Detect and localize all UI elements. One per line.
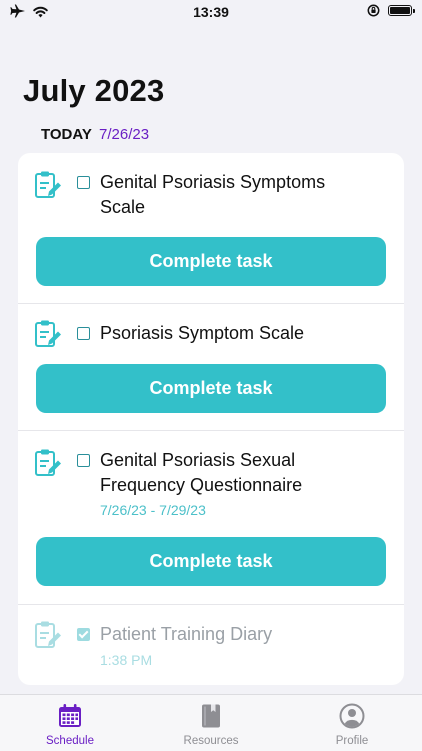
task-title[interactable]: Psoriasis Symptom Scale	[100, 321, 370, 346]
complete-task-button[interactable]: Complete task	[36, 237, 386, 286]
task-item-1: Genital Psoriasis Symptoms Scale Complet…	[18, 153, 404, 303]
clipboard-edit-icon	[35, 320, 61, 347]
tab-label-profile: Profile	[335, 735, 369, 747]
clipboard-edit-icon	[35, 621, 61, 648]
task-checkbox[interactable]	[77, 327, 90, 340]
task-checkbox[interactable]	[77, 454, 90, 467]
page-title: July 2023	[23, 73, 165, 108]
status-bar: 13:39	[0, 0, 422, 24]
tab-profile[interactable]: Profile	[282, 695, 422, 751]
today-date: 7/26/23	[99, 126, 150, 143]
battery-icon	[388, 5, 415, 16]
tab-schedule[interactable]: Schedule	[0, 695, 140, 751]
status-right	[367, 4, 415, 17]
status-time: 13:39	[193, 4, 229, 20]
tab-label-schedule: Schedule	[46, 735, 94, 747]
person-icon	[339, 703, 365, 729]
calendar-icon	[59, 704, 81, 727]
task-item-4: Patient Training Diary 1:38 PM	[18, 605, 404, 685]
task-date-range: 7/26/23 - 7/29/23	[100, 502, 206, 518]
book-icon	[202, 704, 220, 728]
clipboard-edit-icon	[35, 449, 61, 476]
orientation-lock-icon	[367, 4, 380, 17]
task-item-3: Genital Psoriasis Sexual Frequency Quest…	[18, 431, 404, 604]
clipboard-edit-icon	[35, 171, 61, 198]
task-completed-time: 1:38 PM	[100, 652, 153, 668]
today-label: TODAY	[41, 126, 92, 143]
tab-label-resources: Resources	[183, 735, 239, 747]
complete-task-button[interactable]: Complete task	[36, 364, 386, 413]
task-checkbox[interactable]	[77, 176, 90, 189]
task-checkbox-checked[interactable]	[77, 628, 90, 641]
tab-resources[interactable]: Resources	[141, 695, 281, 751]
task-title[interactable]: Patient Training Diary	[100, 622, 370, 647]
complete-task-button[interactable]: Complete task	[36, 537, 386, 586]
today-row: TODAY 7/26/23	[41, 126, 149, 143]
tab-bar: Schedule Resources Profile	[0, 694, 422, 751]
task-title[interactable]: Genital Psoriasis Sexual Frequency Quest…	[100, 448, 370, 498]
task-list-card: Genital Psoriasis Symptoms Scale Complet…	[18, 153, 404, 685]
task-item-2: Psoriasis Symptom Scale Complete task	[18, 304, 404, 430]
task-title[interactable]: Genital Psoriasis Symptoms Scale	[100, 170, 370, 220]
